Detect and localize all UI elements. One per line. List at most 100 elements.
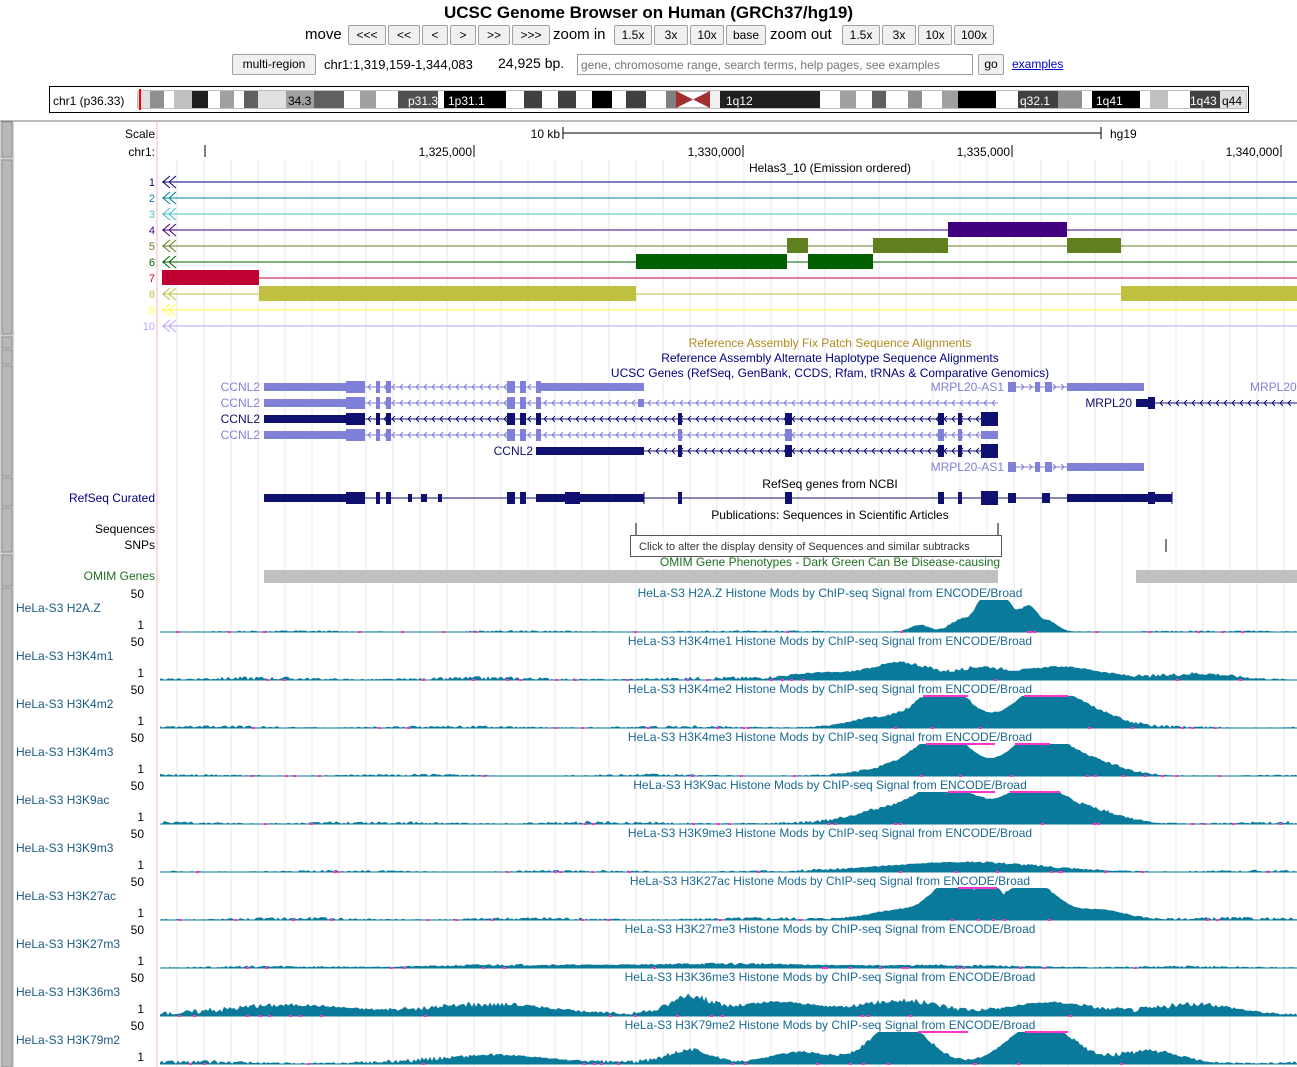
histone-gap-marker <box>728 823 731 825</box>
histone-gap-marker <box>1175 775 1178 777</box>
chromhmm-segment <box>873 238 948 253</box>
gene-exon <box>536 413 541 425</box>
ucsc-genes-title: UCSC Genes (RefSeq, GenBank, CCDS, Rfam,… <box>611 366 1049 380</box>
histone-gap-marker <box>757 871 760 873</box>
track-handle <box>1 349 13 365</box>
histone-gap-marker <box>422 679 425 681</box>
histone-overflow-marker <box>1010 791 1060 793</box>
histone-gap-marker <box>861 1015 864 1017</box>
histone-track-label: HeLa-S3 H3K36m3 <box>16 985 120 999</box>
track-handle <box>1 159 13 335</box>
gene-label: MRPL20-AS1 <box>931 380 1005 394</box>
refseq-label: RefSeq Curated <box>69 491 155 505</box>
histone-gap-marker <box>483 775 486 777</box>
histone-gap-marker <box>259 1015 262 1017</box>
histone-gap-marker <box>1120 1063 1123 1065</box>
histone-gap-marker <box>979 727 982 729</box>
snps-label: SNPs <box>124 538 155 552</box>
histone-gap-marker <box>977 919 980 921</box>
refseq-exon <box>386 492 391 504</box>
gene-exon <box>264 415 346 423</box>
histone-signal <box>160 962 1297 968</box>
histone-gap-marker <box>1131 727 1134 729</box>
histone-track-title: HeLa-S3 H3K27ac Histone Mods by ChIP-seq… <box>630 874 1030 888</box>
gene-label: CCNL2 <box>221 412 261 426</box>
gene-exon <box>938 413 944 425</box>
gene-exon <box>1008 462 1016 472</box>
histone-gap-marker <box>747 727 750 729</box>
histone-gap-marker <box>920 775 923 777</box>
histone-gap-marker <box>799 919 802 921</box>
ruler-position: 1,335,000 <box>957 145 1011 159</box>
histone-gap-marker <box>834 823 837 825</box>
track-handles[interactable] <box>1 121 13 1067</box>
fix-patch-title: Reference Assembly Fix Patch Sequence Al… <box>689 336 972 350</box>
histone-signal <box>160 861 1297 872</box>
histone-gap-marker <box>506 679 509 681</box>
histone-gap-marker <box>474 631 477 633</box>
histone-gap-marker <box>906 967 909 969</box>
gene-exon <box>376 413 380 425</box>
histone-gap-marker <box>1010 775 1013 777</box>
histone-min-label: 1 <box>137 858 144 872</box>
gene-label: MRPL20-AS1 <box>931 460 1005 474</box>
density-tooltip: Click to alter the display density of Se… <box>630 535 1002 557</box>
histone-gap-marker <box>1206 919 1209 921</box>
histone-gap-marker <box>634 1015 637 1017</box>
histone-overflow-marker <box>918 1031 968 1033</box>
histone-min-label: 1 <box>137 810 144 824</box>
histone-gap-marker <box>1050 871 1053 873</box>
gene-exon <box>785 413 792 425</box>
histone-tracks[interactable]: HeLa-S3 H2A.Z 50 1 HeLa-S3 H2A.Z Histone Mo… <box>16 586 1297 1065</box>
histone-gap-marker <box>1027 631 1030 633</box>
histone-track-label: HeLa-S3 H3K27m3 <box>16 937 120 951</box>
track-handle <box>1 587 13 1067</box>
histone-gap-marker <box>931 727 934 729</box>
gene-exon <box>376 381 380 393</box>
histone-gap-marker <box>307 1063 310 1065</box>
ruler-position: 1,330,000 <box>688 145 742 159</box>
histone-gap-marker <box>825 967 828 969</box>
chromhmm-track[interactable]: 1 2 3 4 5 6 7 8 9 10 <box>143 175 1297 333</box>
omim-gene-bar[interactable] <box>1136 570 1297 583</box>
histone-gap-marker <box>816 1063 819 1065</box>
histone-gap-marker <box>424 1015 427 1017</box>
chromhmm-state-label: 7 <box>149 273 155 285</box>
refseq-track[interactable] <box>264 491 1173 505</box>
chromhmm-segment <box>259 286 636 301</box>
histone-gap-marker <box>731 1063 734 1065</box>
histone-gap-marker <box>717 823 720 825</box>
histone-gap-marker <box>827 823 830 825</box>
histone-gap-marker <box>686 679 689 681</box>
chromhmm-title: Helas3_10 (Emission ordered) <box>749 161 911 175</box>
chromhmm-segment <box>162 270 259 285</box>
gene-exon <box>1067 383 1144 391</box>
omim-gene-bar[interactable] <box>264 570 998 583</box>
histone-max-label: 50 <box>131 1019 145 1033</box>
gene-exon <box>264 383 346 391</box>
gene-exon <box>1136 399 1148 407</box>
chromhmm-state-label: 10 <box>143 321 155 333</box>
histone-gap-marker <box>1148 631 1151 633</box>
track-handle <box>1 336 13 349</box>
histone-gap-marker <box>653 967 656 969</box>
refseq-exon <box>958 492 962 504</box>
histone-gap-marker <box>593 1063 596 1065</box>
publications-title: Publications: Sequences in Scientific Ar… <box>711 508 948 522</box>
gene-exon <box>638 399 644 407</box>
histone-signal <box>160 661 1297 680</box>
chromhmm-state-label: 5 <box>149 241 155 253</box>
scale-label: Scale <box>125 127 155 141</box>
histone-max-label: 50 <box>131 779 145 793</box>
histone-gap-marker <box>706 679 709 681</box>
histone-gap-marker <box>1214 727 1217 729</box>
track-handle <box>1 507 13 553</box>
histone-gap-marker <box>849 1063 852 1065</box>
histone-gap-marker <box>691 775 694 777</box>
gene-exon <box>678 429 682 441</box>
histone-overflow-marker <box>926 743 995 745</box>
track-image[interactable]: Scale chr1: 10 kb hg19 1,325,000 1,330,0… <box>0 0 1297 1067</box>
histone-gap-marker <box>583 1063 586 1065</box>
chrom-label: chr1: <box>128 145 155 159</box>
ucsc-genes-track[interactable]: CCNL2 CCNL2 CCNL2 CCNL2 CCNL2 MRPL20-AS1 MRPL2… <box>221 380 1297 474</box>
